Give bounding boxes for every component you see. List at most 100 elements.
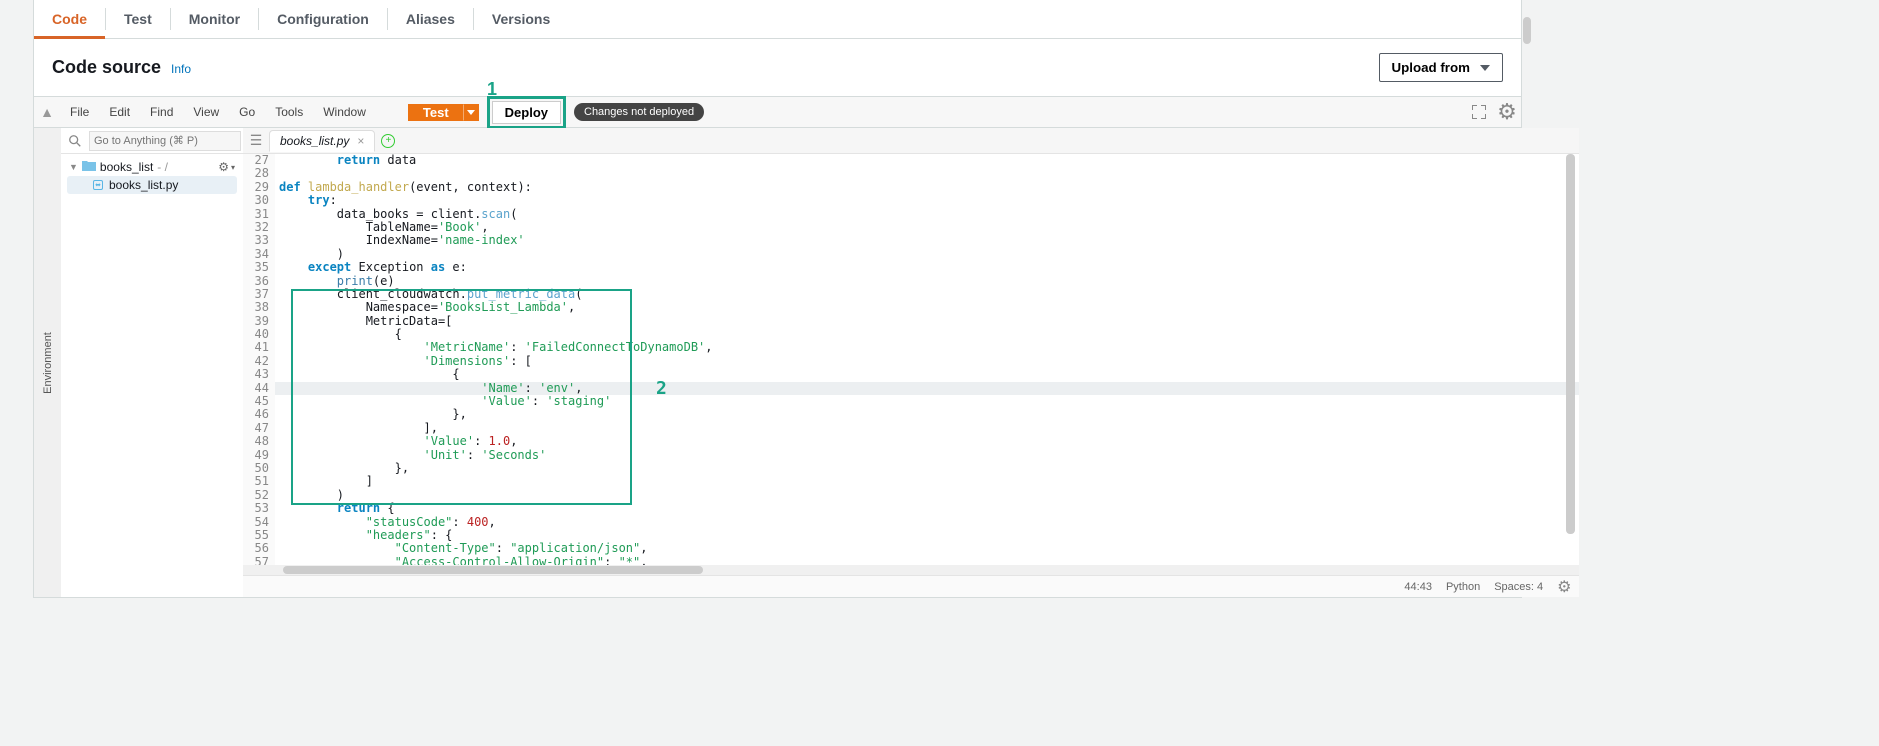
page-title: Code source: [52, 57, 161, 78]
menu-window[interactable]: Window: [313, 96, 376, 128]
code-line[interactable]: "Content-Type": "application/json",: [275, 542, 1579, 555]
search-icon[interactable]: [61, 134, 89, 148]
annotation-1: 1: [487, 79, 497, 100]
environment-rail-label: Environment: [42, 332, 54, 394]
folder-books-list[interactable]: ▼ books_list - / ⚙▾: [67, 158, 237, 176]
code-line[interactable]: 'Value': 1.0,: [275, 435, 1579, 448]
menu-find[interactable]: Find: [140, 96, 183, 128]
function-tabs: CodeTestMonitorConfigurationAliasesVersi…: [34, 0, 1521, 39]
annotation-2: 2: [656, 382, 667, 395]
code-line[interactable]: {: [275, 368, 1579, 381]
tab-code[interactable]: Code: [34, 0, 105, 38]
code-line[interactable]: return data: [275, 154, 1579, 167]
test-button[interactable]: Test: [408, 104, 463, 121]
code-line[interactable]: [275, 167, 1579, 180]
statusbar-gear-icon[interactable]: ⚙: [1557, 577, 1571, 597]
code-line[interactable]: "headers": {: [275, 529, 1579, 542]
editor-tab-label: books_list.py: [280, 134, 349, 148]
code-panel: CodeTestMonitorConfigurationAliasesVersi…: [33, 0, 1522, 598]
code-source-header: Code source Info Upload from: [34, 39, 1521, 96]
indentation-setting[interactable]: Spaces: 4: [1494, 581, 1543, 593]
editor-horizontal-scrollbar-thumb[interactable]: [283, 566, 703, 574]
code-line[interactable]: MetricData=[: [275, 315, 1579, 328]
code-line[interactable]: Namespace='BooksList_Lambda',: [275, 301, 1579, 314]
upload-from-button[interactable]: Upload from: [1379, 53, 1504, 82]
code-line[interactable]: TableName='Book',: [275, 221, 1579, 234]
upload-from-label: Upload from: [1392, 60, 1471, 75]
editor-statusbar: 44:43 Python Spaces: 4 ⚙: [243, 575, 1579, 597]
code-line[interactable]: },: [275, 462, 1579, 475]
tab-configuration[interactable]: Configuration: [259, 0, 387, 38]
file-books-list-py[interactable]: ⬌ books_list.py: [67, 176, 237, 194]
settings-gear-icon[interactable]: ⚙: [1493, 98, 1521, 126]
fullscreen-icon[interactable]: [1465, 98, 1493, 126]
caret-down-icon: [1480, 65, 1490, 71]
code-line[interactable]: "Access-Control-Allow-Origin": "*",: [275, 556, 1579, 565]
deploy-status-badge: Changes not deployed: [574, 103, 704, 121]
ide-toolbar: ▲ FileEditFindViewGoToolsWindow Test Dep…: [34, 96, 1521, 128]
close-tab-icon[interactable]: ×: [357, 134, 364, 148]
code-line[interactable]: 'Name': 'env',: [275, 382, 1579, 395]
code-content[interactable]: return data def lambda_handler(event, con…: [275, 154, 1579, 565]
folder-icon: [82, 160, 96, 174]
code-line[interactable]: try:: [275, 194, 1579, 207]
tab-test[interactable]: Test: [106, 0, 170, 38]
page-scrollbar-thumb[interactable]: [1523, 17, 1531, 44]
folder-name: books_list: [100, 160, 153, 174]
menu-edit[interactable]: Edit: [99, 96, 140, 128]
code-line[interactable]: 'Unit': 'Seconds': [275, 449, 1579, 462]
file-explorer-sidebar: ▼ books_list - / ⚙▾ ⬌ books_list.py: [61, 128, 243, 597]
tab-list-icon[interactable]: ☰: [243, 132, 269, 149]
code-line[interactable]: {: [275, 328, 1579, 341]
code-line[interactable]: ): [275, 489, 1579, 502]
folder-suffix: - /: [157, 160, 168, 174]
folder-settings-icon[interactable]: ⚙▾: [218, 160, 235, 174]
editor-scrollbar-thumb[interactable]: [1566, 154, 1575, 534]
code-line[interactable]: 'Dimensions': [: [275, 355, 1579, 368]
file-tree: ▼ books_list - / ⚙▾ ⬌ books_list.py: [61, 154, 243, 198]
menu-view[interactable]: View: [183, 96, 229, 128]
ide-body: Environment ▼: [34, 128, 1521, 597]
tab-aliases[interactable]: Aliases: [388, 0, 473, 38]
environment-rail[interactable]: Environment: [34, 128, 61, 597]
deploy-highlight-box: Deploy: [487, 96, 566, 129]
tab-versions[interactable]: Versions: [474, 0, 568, 38]
code-line[interactable]: except Exception as e:: [275, 261, 1579, 274]
code-line[interactable]: def lambda_handler(event, context):: [275, 181, 1579, 194]
tree-caret-icon: ▼: [69, 162, 78, 172]
menu-go[interactable]: Go: [229, 96, 265, 128]
new-tab-icon[interactable]: +: [381, 134, 395, 148]
code-line[interactable]: ): [275, 248, 1579, 261]
caret-down-icon: [467, 110, 475, 115]
info-link[interactable]: Info: [171, 62, 191, 76]
menu-file[interactable]: File: [60, 96, 99, 128]
code-line[interactable]: data_books = client.scan(: [275, 208, 1579, 221]
code-editor[interactable]: 2728293031323334353637383940414243444546…: [243, 154, 1579, 565]
test-button-group: Test: [408, 104, 479, 121]
go-to-anything-input[interactable]: [89, 131, 241, 151]
tab-monitor[interactable]: Monitor: [171, 0, 258, 38]
ide-menu: FileEditFindViewGoToolsWindow: [60, 96, 376, 128]
code-line[interactable]: },: [275, 408, 1579, 421]
line-number-gutter: 2728293031323334353637383940414243444546…: [243, 154, 275, 565]
menu-tools[interactable]: Tools: [265, 96, 313, 128]
code-line[interactable]: ]: [275, 475, 1579, 488]
test-dropdown-button[interactable]: [463, 104, 479, 121]
deploy-button[interactable]: Deploy: [492, 101, 561, 124]
python-file-icon: ⬌: [93, 180, 103, 190]
editor-horizontal-scrollbar[interactable]: [243, 565, 1579, 575]
editor-tab-books-list[interactable]: books_list.py ×: [269, 130, 375, 152]
code-line[interactable]: client_cloudwatch.put_metric_data(: [275, 288, 1579, 301]
code-line[interactable]: "statusCode": 400,: [275, 516, 1579, 529]
code-line[interactable]: ],: [275, 422, 1579, 435]
code-line[interactable]: return {: [275, 502, 1579, 515]
code-line[interactable]: print(e): [275, 275, 1579, 288]
collapse-arrow-icon[interactable]: ▲: [34, 97, 60, 127]
editor-tabbar: ☰ books_list.py × +: [243, 128, 1579, 154]
code-line[interactable]: 'MetricName': 'FailedConnectToDynamoDB',: [275, 341, 1579, 354]
code-line[interactable]: IndexName='name-index': [275, 234, 1579, 247]
editor-area: ☰ books_list.py × + 27282930313233343536…: [243, 128, 1579, 597]
code-line[interactable]: 'Value': 'staging': [275, 395, 1579, 408]
cursor-position: 44:43: [1404, 581, 1432, 593]
language-mode[interactable]: Python: [1446, 581, 1480, 593]
